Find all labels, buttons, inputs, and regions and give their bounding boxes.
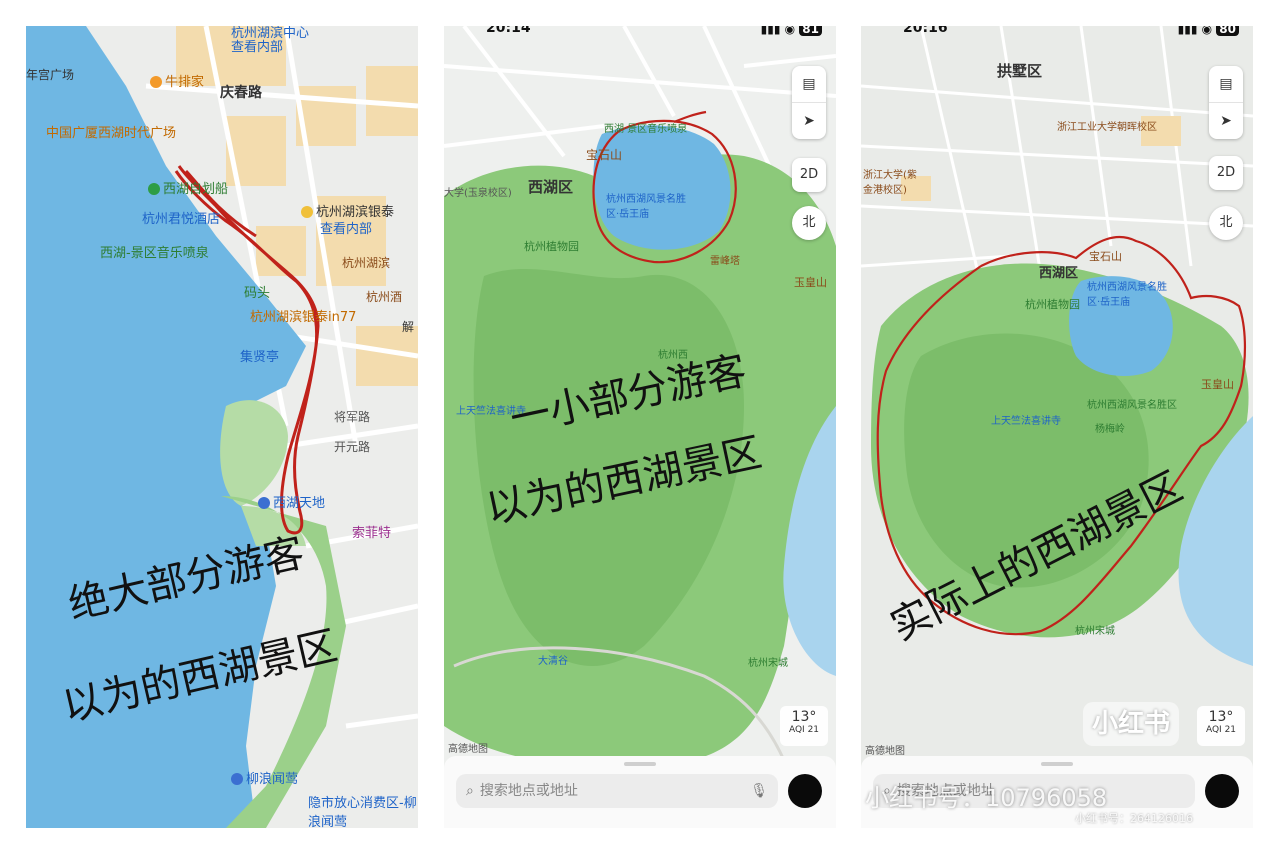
- poi-matou[interactable]: 码头: [244, 282, 270, 301]
- poi-zjut[interactable]: 浙江工业大学朝晖校区: [1057, 118, 1157, 133]
- poi-zju[interactable]: 浙江大学(紫金港校区): [863, 166, 923, 196]
- temperature: 13°: [791, 709, 817, 725]
- poi-liulang-label: 柳浪闻莺: [246, 772, 299, 787]
- poi-songcheng[interactable]: 杭州宋城: [748, 654, 788, 669]
- map-layers-icon[interactable]: ▤: [1209, 66, 1243, 103]
- shopping-icon: [301, 206, 313, 218]
- mode-2d-button[interactable]: 2D: [1209, 156, 1243, 190]
- wifi-icon: ◉: [1201, 26, 1213, 36]
- poi-liulang[interactable]: 柳浪闻莺: [231, 768, 298, 787]
- map-attribution: 高德地图: [865, 746, 905, 757]
- view-inside-link-2[interactable]: 查看内部: [320, 218, 372, 237]
- poi-yinshi-market[interactable]: 隐市放心消费区-柳浪闻莺: [308, 792, 418, 828]
- xiaohongshu-logo: 小红书: [1083, 702, 1179, 746]
- poi-baoshi[interactable]: 宝石山: [1089, 248, 1122, 264]
- aqi-value: AQI 21: [788, 725, 820, 735]
- poi-niupai[interactable]: 牛排家: [150, 71, 204, 90]
- mode-2d-button[interactable]: 2D: [792, 158, 826, 192]
- status-time: 20:16: [903, 26, 948, 36]
- compass-button[interactable]: 北: [792, 206, 826, 240]
- poi-xihu-tiandi-label: 西湖天地: [273, 496, 326, 511]
- poi-hubin-in77[interactable]: 杭州湖滨银泰in77: [250, 306, 370, 325]
- poi-self-boat[interactable]: 西湖自划船: [148, 178, 228, 197]
- poi-daqing[interactable]: 大清谷: [538, 652, 568, 667]
- poi-scenic[interactable]: 杭州西湖风景名胜区·岳王庙: [606, 190, 686, 220]
- poi-junyue[interactable]: 杭州君悦酒店: [142, 208, 220, 227]
- search-input[interactable]: ⌕ 搜索地点或地址 🎙︎: [456, 774, 778, 808]
- poi-songcheng[interactable]: 杭州宋城: [1075, 622, 1115, 637]
- sheet-grabber[interactable]: [624, 762, 656, 766]
- poi-niupai-label: 牛排家: [165, 75, 205, 90]
- profile-avatar-button[interactable]: [788, 774, 822, 808]
- map-panel-2: 20:14 ▮▮▮ ◉ 81 ▤ ➤ 2D 北 西湖区 大学(玉泉校区) 宝石山…: [444, 26, 836, 828]
- poi-scenic2[interactable]: 杭州西湖风景名胜区: [1087, 396, 1177, 411]
- signal-icon: ▮▮▮: [1177, 26, 1198, 36]
- poi-univ[interactable]: 大学(玉泉校区): [444, 184, 512, 199]
- compass-button[interactable]: 北: [1209, 206, 1243, 240]
- poi-hubin-short[interactable]: 杭州湖滨: [342, 254, 390, 271]
- microphone-icon[interactable]: 🎙︎: [750, 774, 768, 808]
- poi-xihu-tiandi[interactable]: 西湖天地: [258, 492, 325, 511]
- map-panel-3: 20:16 ▮▮▮ ◉ 80 ▤ ➤ 2D 北 拱墅区 浙江工业大学朝晖校区 浙…: [861, 26, 1253, 828]
- poi-music-fountain[interactable]: 西湖-景区音乐喷泉: [100, 242, 209, 261]
- poi-yuhuang[interactable]: 玉皇山: [794, 274, 827, 290]
- poi-leifeng[interactable]: 雷峰塔: [710, 252, 740, 267]
- poi-sofitel[interactable]: 索菲特: [352, 522, 391, 541]
- map-tool-group: ▤ ➤: [1209, 66, 1243, 139]
- weather-widget[interactable]: 13° AQI 21: [780, 706, 828, 746]
- poi-hangzhou-jiu[interactable]: 杭州酒: [366, 288, 402, 305]
- poi-jixian[interactable]: 集贤亭: [240, 346, 279, 365]
- poi-gong-plaza[interactable]: 年宫广场: [26, 66, 74, 83]
- aqi-value: AQI 21: [1205, 725, 1237, 735]
- wifi-icon: ◉: [784, 26, 796, 36]
- poi-meijiawu[interactable]: 杨梅岭: [1095, 420, 1125, 435]
- search-icon: ⌕: [466, 783, 474, 799]
- locate-icon[interactable]: ➤: [1209, 103, 1243, 139]
- map-tool-group: ▤ ➤: [792, 66, 826, 139]
- search-sheet: ⌕ 搜索地点或地址 🎙︎: [444, 756, 836, 828]
- locate-icon[interactable]: ➤: [792, 103, 826, 139]
- map-panel-1: 杭州湖滨中心 查看内部 年宫广场 牛排家 庆春路 中国广厦西湖时代广场 西湖自划…: [26, 26, 418, 828]
- landmark-icon: [231, 773, 243, 785]
- view-inside-link-1[interactable]: 查看内部: [231, 36, 283, 55]
- district-gongshu: 拱墅区: [997, 62, 1043, 80]
- road-jiefang: 解: [402, 320, 415, 334]
- landmark-icon: [258, 497, 270, 509]
- profile-avatar-button[interactable]: [1205, 774, 1239, 808]
- map-canvas-2: [444, 26, 836, 828]
- weather-widget[interactable]: 13° AQI 21: [1197, 706, 1245, 746]
- battery-icon: 80: [1216, 26, 1239, 36]
- poi-scenic[interactable]: 杭州西湖风景名胜区·岳王庙: [1087, 278, 1167, 308]
- road-qingchun: 庆春路: [220, 85, 262, 101]
- poi-self-boat-label: 西湖自划船: [163, 182, 229, 197]
- status-icons: ▮▮▮ ◉ 80: [1178, 26, 1239, 36]
- poi-yuhuang[interactable]: 玉皇山: [1201, 376, 1234, 392]
- map-canvas-3: [861, 26, 1253, 828]
- road-jiangshu: 将军路: [334, 410, 371, 424]
- restaurant-icon: [150, 76, 162, 88]
- map-layers-icon[interactable]: ▤: [792, 66, 826, 103]
- poi-music-fountain[interactable]: 西湖·景区音乐喷泉: [604, 120, 687, 135]
- search-placeholder: 搜索地点或地址: [479, 783, 578, 799]
- sheet-grabber[interactable]: [1041, 762, 1073, 766]
- watermark-id: 小红书号：10796058: [865, 784, 1108, 812]
- boat-icon: [148, 183, 160, 195]
- poi-guangsha[interactable]: 中国广厦西湖时代广场: [46, 122, 176, 141]
- watermark-id-small: 小红书号：264126016: [1075, 812, 1193, 825]
- status-icons: ▮▮▮ ◉ 81: [761, 26, 822, 36]
- district-label: 西湖区: [528, 178, 574, 196]
- poi-botanic[interactable]: 杭州植物园: [524, 238, 579, 254]
- signal-icon: ▮▮▮: [760, 26, 781, 36]
- status-time: 20:14: [486, 26, 531, 36]
- poi-baoshi[interactable]: 宝石山: [586, 146, 622, 163]
- battery-icon: 81: [799, 26, 822, 36]
- poi-botanic[interactable]: 杭州植物园: [1025, 296, 1080, 312]
- temperature: 13°: [1208, 709, 1234, 725]
- district-label: 西湖区: [1039, 266, 1079, 281]
- map-attribution: 高德地图: [448, 744, 488, 755]
- road-kaiyuan: 开元路: [334, 440, 371, 454]
- poi-tianzhu[interactable]: 上天竺法喜讲寺: [991, 412, 1061, 427]
